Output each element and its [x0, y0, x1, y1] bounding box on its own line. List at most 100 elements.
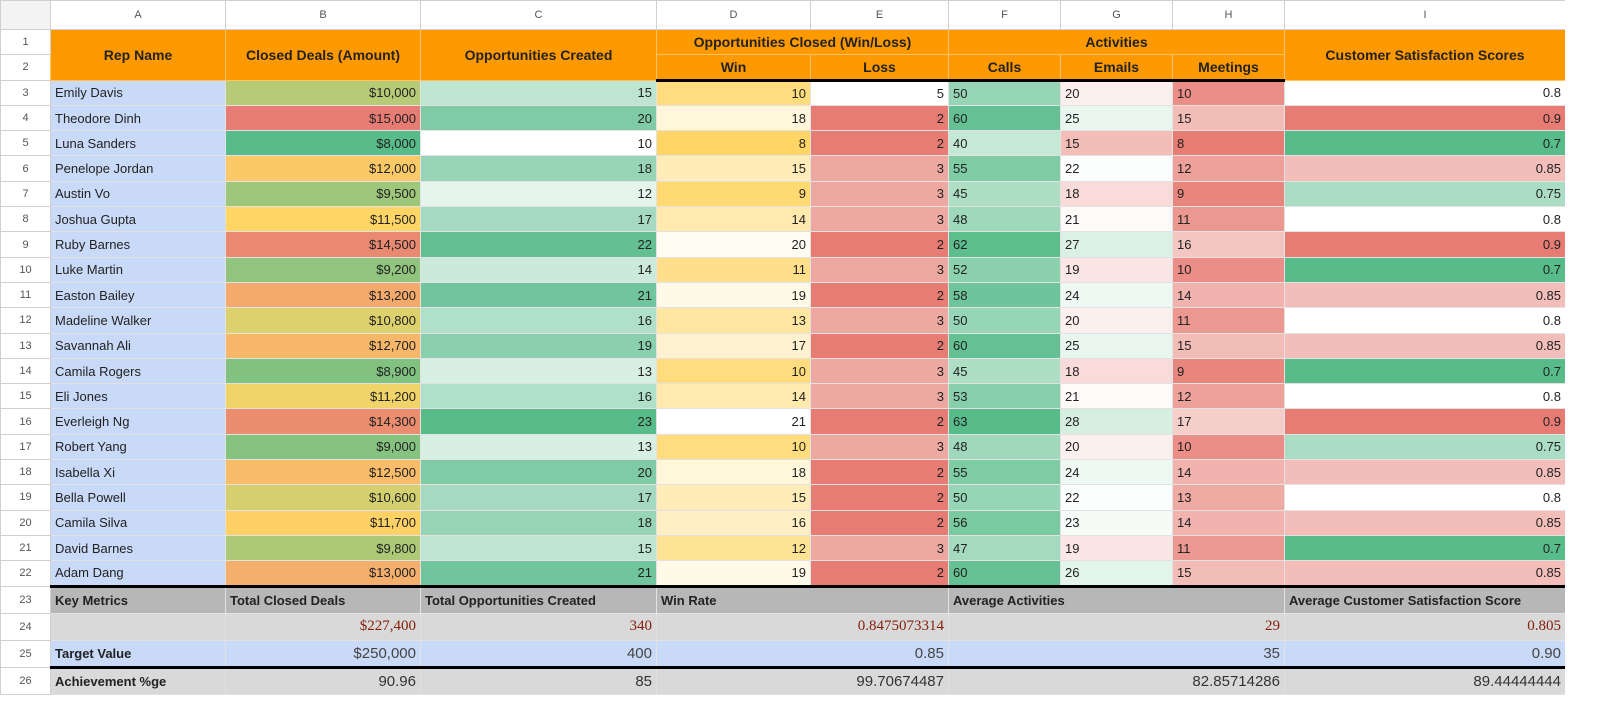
- target-opps[interactable]: 400: [420, 639, 657, 669]
- cell-calls[interactable]: 52: [948, 256, 1061, 283]
- achievement-activities[interactable]: 82.85714286: [948, 666, 1285, 695]
- cell-meetings[interactable]: 14: [1172, 509, 1285, 536]
- cell-opps[interactable]: 17: [420, 206, 657, 233]
- empty-cell[interactable]: [50, 612, 226, 641]
- cell-meetings[interactable]: 12: [1172, 155, 1285, 182]
- cell-calls[interactable]: 48: [948, 206, 1061, 233]
- column-header-a[interactable]: A: [50, 0, 226, 30]
- cell-win[interactable]: 21: [656, 408, 811, 435]
- win-rate-label[interactable]: Win Rate: [656, 584, 949, 614]
- cell-meetings[interactable]: 10: [1172, 433, 1285, 461]
- row-header[interactable]: 11: [0, 281, 51, 309]
- cell-emails[interactable]: 20: [1060, 307, 1173, 334]
- cell-rep-name[interactable]: Easton Bailey: [50, 281, 226, 309]
- cell-win[interactable]: 15: [656, 484, 811, 511]
- cell-meetings[interactable]: 16: [1172, 231, 1285, 258]
- cell-loss[interactable]: 3: [810, 383, 949, 410]
- cell-opps[interactable]: 16: [420, 307, 657, 334]
- cell-calls[interactable]: 56: [948, 509, 1061, 536]
- cell-opps[interactable]: 20: [420, 459, 657, 486]
- cell-deals[interactable]: $15,000: [225, 104, 421, 132]
- cell-emails[interactable]: 20: [1060, 433, 1173, 461]
- column-header-e[interactable]: E: [810, 0, 949, 30]
- cell-rep-name[interactable]: Isabella Xi: [50, 459, 226, 486]
- cell-loss[interactable]: 2: [810, 560, 949, 588]
- cell-calls[interactable]: 60: [948, 104, 1061, 132]
- actual-csat[interactable]: 0.805: [1284, 612, 1566, 641]
- cell-csat[interactable]: 0.8: [1284, 484, 1566, 511]
- cell-emails[interactable]: 22: [1060, 484, 1173, 511]
- cell-rep-name[interactable]: Joshua Gupta: [50, 206, 226, 233]
- cell-opps[interactable]: 14: [420, 256, 657, 283]
- cell-calls[interactable]: 53: [948, 383, 1061, 410]
- cell-emails[interactable]: 21: [1060, 206, 1173, 233]
- cell-win[interactable]: 14: [656, 206, 811, 233]
- cell-opps[interactable]: 15: [420, 79, 657, 106]
- total-opps-created-label[interactable]: Total Opportunities Created: [420, 584, 657, 614]
- cell-emails[interactable]: 18: [1060, 180, 1173, 208]
- target-activities[interactable]: 35: [948, 639, 1285, 669]
- cell-opps[interactable]: 12: [420, 180, 657, 208]
- row-header[interactable]: 3: [0, 79, 51, 106]
- select-all-corner[interactable]: [0, 0, 51, 30]
- row-header[interactable]: 10: [0, 256, 51, 283]
- header-emails[interactable]: Emails: [1060, 54, 1173, 82]
- cell-deals[interactable]: $11,500: [225, 206, 421, 233]
- cell-meetings[interactable]: 11: [1172, 534, 1285, 562]
- cell-meetings[interactable]: 8: [1172, 130, 1285, 157]
- cell-opps[interactable]: 17: [420, 484, 657, 511]
- cell-emails[interactable]: 18: [1060, 357, 1173, 385]
- achievement-opps[interactable]: 85: [420, 666, 657, 695]
- row-header[interactable]: 4: [0, 104, 51, 132]
- cell-csat[interactable]: 0.85: [1284, 155, 1566, 182]
- row-header[interactable]: 16: [0, 408, 51, 435]
- column-header-b[interactable]: B: [225, 0, 421, 30]
- cell-win[interactable]: 19: [656, 281, 811, 309]
- cell-meetings[interactable]: 15: [1172, 104, 1285, 132]
- cell-deals[interactable]: $10,000: [225, 79, 421, 106]
- row-header[interactable]: 22: [0, 560, 51, 587]
- actual-opps[interactable]: 340: [420, 612, 657, 641]
- cell-rep-name[interactable]: Penelope Jordan: [50, 155, 226, 182]
- cell-opps[interactable]: 18: [420, 155, 657, 182]
- cell-emails[interactable]: 26: [1060, 560, 1173, 588]
- average-activities-label[interactable]: Average Activities: [948, 584, 1285, 614]
- row-header[interactable]: 26: [0, 666, 51, 695]
- achievement-deals[interactable]: 90.96: [225, 666, 421, 695]
- cell-csat[interactable]: 0.7: [1284, 130, 1566, 157]
- cell-loss[interactable]: 2: [810, 484, 949, 511]
- cell-csat[interactable]: 0.7: [1284, 534, 1566, 562]
- achievement-label[interactable]: Achievement %ge: [50, 666, 226, 695]
- cell-opps[interactable]: 15: [420, 534, 657, 562]
- target-csat[interactable]: 0.90: [1284, 639, 1566, 669]
- cell-deals[interactable]: $14,500: [225, 231, 421, 258]
- header-csat[interactable]: Customer Satisfaction Scores: [1284, 29, 1566, 81]
- cell-emails[interactable]: 28: [1060, 408, 1173, 435]
- cell-csat[interactable]: 0.8: [1284, 206, 1566, 233]
- total-closed-deals-label[interactable]: Total Closed Deals: [225, 584, 421, 614]
- header-opportunities-closed[interactable]: Opportunities Closed (Win/Loss): [656, 28, 949, 56]
- cell-deals[interactable]: $13,000: [225, 560, 421, 588]
- cell-deals[interactable]: $9,500: [225, 180, 421, 208]
- cell-meetings[interactable]: 14: [1172, 281, 1285, 309]
- cell-deals[interactable]: $11,700: [225, 509, 421, 536]
- cell-meetings[interactable]: 17: [1172, 408, 1285, 435]
- cell-opps[interactable]: 21: [420, 281, 657, 309]
- cell-meetings[interactable]: 13: [1172, 484, 1285, 511]
- cell-meetings[interactable]: 14: [1172, 459, 1285, 486]
- header-rep-name[interactable]: Rep Name: [50, 29, 226, 81]
- cell-calls[interactable]: 47: [948, 534, 1061, 562]
- cell-rep-name[interactable]: Luna Sanders: [50, 130, 226, 157]
- actual-activities[interactable]: 29: [948, 612, 1285, 641]
- cell-calls[interactable]: 55: [948, 459, 1061, 486]
- cell-win[interactable]: 8: [656, 130, 811, 157]
- header-activities[interactable]: Activities: [948, 28, 1285, 56]
- cell-deals[interactable]: $8,000: [225, 130, 421, 157]
- cell-win[interactable]: 19: [656, 560, 811, 588]
- cell-emails[interactable]: 23: [1060, 509, 1173, 536]
- cell-deals[interactable]: $14,300: [225, 408, 421, 435]
- cell-calls[interactable]: 40: [948, 130, 1061, 157]
- cell-meetings[interactable]: 9: [1172, 180, 1285, 208]
- column-header-c[interactable]: C: [420, 0, 657, 30]
- header-win[interactable]: Win: [656, 54, 811, 82]
